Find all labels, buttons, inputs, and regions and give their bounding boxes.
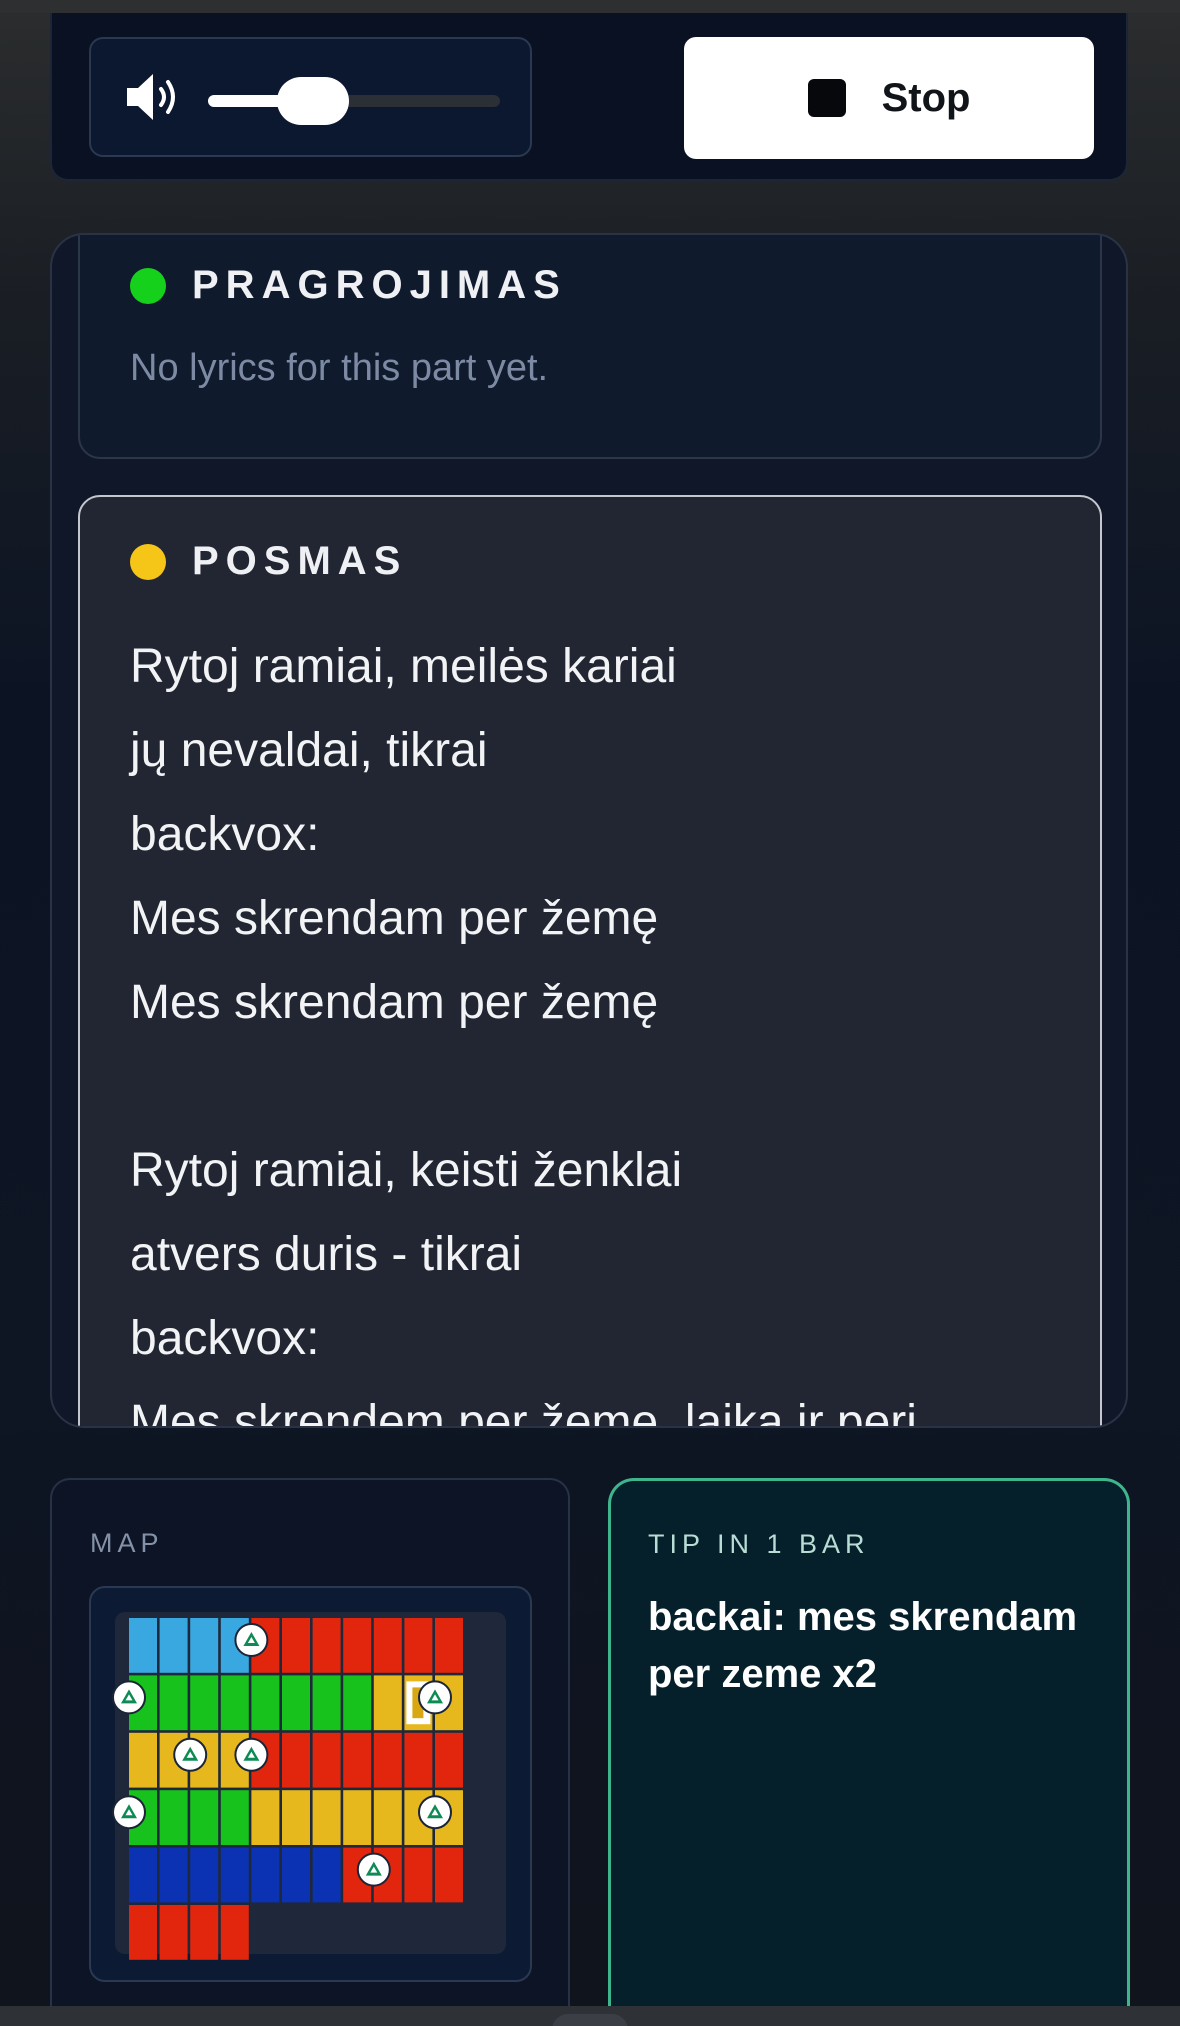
map-cell[interactable] xyxy=(282,1790,310,1845)
map-cell[interactable] xyxy=(190,1905,219,1960)
map-cell[interactable] xyxy=(373,1732,402,1788)
stop-button[interactable]: Stop xyxy=(684,37,1094,159)
map-cell[interactable] xyxy=(220,1675,249,1731)
tip-marker-icon[interactable] xyxy=(112,1795,146,1830)
tip-marker-icon[interactable] xyxy=(173,1737,208,1772)
map-cell[interactable] xyxy=(282,1732,310,1788)
song-map[interactable] xyxy=(89,1586,532,1982)
map-cell[interactable] xyxy=(343,1618,372,1673)
map-cell[interactable] xyxy=(129,1847,157,1903)
map-cell[interactable] xyxy=(251,1675,280,1731)
map-cell[interactable] xyxy=(159,1618,188,1673)
map-cell[interactable] xyxy=(251,1847,280,1903)
tip-card: TIP IN 1 BAR backai: mes skrendam per ze… xyxy=(608,1478,1130,2026)
map-cell[interactable] xyxy=(373,1790,402,1845)
map-cell[interactable] xyxy=(343,1790,372,1845)
section-header: PRAGROJIMAS xyxy=(130,263,567,308)
map-cell[interactable] xyxy=(190,1790,219,1845)
map-cell[interactable] xyxy=(159,1790,188,1845)
home-indicator xyxy=(552,2014,628,2026)
map-cell[interactable] xyxy=(312,1675,341,1731)
lyrics-line: backvox: xyxy=(130,808,320,861)
map-cell[interactable] xyxy=(159,1847,188,1903)
section-header: POSMAS xyxy=(130,539,407,584)
tip-marker-icon[interactable] xyxy=(356,1852,391,1887)
lyrics-line: Mes skrendem per žeme, laika ir peri xyxy=(130,1396,917,1428)
lyrics-line: backvox: xyxy=(130,1312,320,1365)
map-cell[interactable] xyxy=(404,1618,433,1673)
lyrics-line: Rytoj ramiai, meilės kariai xyxy=(130,640,677,693)
tip-text: backai: mes skrendam per zeme x2 xyxy=(648,1595,1078,1696)
tip-marker-icon[interactable] xyxy=(234,1737,269,1772)
section-title: POSMAS xyxy=(192,539,408,583)
map-cell[interactable] xyxy=(159,1905,188,1960)
map-cell[interactable] xyxy=(220,1905,249,1960)
tip-marker-icon[interactable] xyxy=(112,1680,146,1715)
map-cell[interactable] xyxy=(312,1790,341,1845)
section-card-intro[interactable]: PRAGROJIMAS No lyrics for this part yet. xyxy=(78,235,1102,459)
map-cell[interactable] xyxy=(435,1847,463,1903)
map-cell[interactable] xyxy=(190,1618,219,1673)
lyrics-line: Mes skrendam per žemę xyxy=(130,892,659,945)
status-strip xyxy=(0,0,1180,13)
map-cell[interactable] xyxy=(312,1847,341,1903)
map-label: MAP xyxy=(90,1528,164,1558)
map-cell[interactable] xyxy=(190,1675,219,1731)
lyrics-line xyxy=(130,1045,917,1129)
map-cell[interactable] xyxy=(129,1732,157,1788)
volume-slider[interactable] xyxy=(208,77,500,125)
volume-control xyxy=(89,37,532,157)
map-cell[interactable] xyxy=(343,1675,372,1731)
tip-label: TIP IN 1 BAR xyxy=(648,1529,870,1559)
lyrics-line: jų nevaldai, tikrai xyxy=(130,724,488,777)
map-cell[interactable] xyxy=(404,1847,433,1903)
lyrics-lines: Rytoj ramiai, meilės kariai jų nevaldai,… xyxy=(130,625,917,1428)
song-map-grid xyxy=(112,1612,506,1960)
map-card: MAP xyxy=(50,1478,570,2026)
map-cell[interactable] xyxy=(373,1618,402,1673)
lyrics-line: Rytoj ramiai, keisti ženklai xyxy=(130,1144,683,1197)
section-status-dot xyxy=(130,543,166,580)
map-cell[interactable] xyxy=(373,1675,402,1731)
map-cell[interactable] xyxy=(129,1618,157,1673)
map-cell[interactable] xyxy=(343,1732,372,1788)
map-cell[interactable] xyxy=(220,1790,249,1845)
lyrics-panel[interactable]: PRAGROJIMAS No lyrics for this part yet.… xyxy=(50,233,1128,1428)
lyrics-line: atvers duris - tikrai xyxy=(130,1228,523,1281)
map-cell[interactable] xyxy=(251,1790,280,1845)
tip-marker-icon[interactable] xyxy=(418,1680,452,1715)
stop-button-label: Stop xyxy=(881,75,971,120)
map-cell[interactable] xyxy=(435,1618,463,1673)
playback-controls: Stop xyxy=(50,13,1128,181)
stop-icon xyxy=(807,79,846,117)
map-cell[interactable] xyxy=(282,1847,310,1903)
map-cell[interactable] xyxy=(435,1732,463,1788)
map-cell[interactable] xyxy=(220,1847,249,1903)
tip-marker-icon[interactable] xyxy=(418,1795,452,1830)
tip-marker-icon[interactable] xyxy=(234,1623,269,1657)
map-cell[interactable] xyxy=(159,1675,188,1731)
lyrics-line: Mes skrendam per žemę xyxy=(130,976,659,1029)
section-empty-text: No lyrics for this part yet. xyxy=(130,347,549,389)
speaker-icon[interactable] xyxy=(123,69,183,125)
map-cell[interactable] xyxy=(312,1618,341,1673)
map-cell[interactable] xyxy=(190,1847,219,1903)
map-cell[interactable] xyxy=(282,1675,310,1731)
section-card-verse[interactable]: POSMAS Rytoj ramiai, meilės kariai jų ne… xyxy=(78,495,1102,1428)
map-cell[interactable] xyxy=(282,1618,310,1673)
section-status-dot xyxy=(130,267,166,304)
section-title: PRAGROJIMAS xyxy=(192,263,567,307)
volume-slider-thumb[interactable] xyxy=(277,77,350,125)
map-cell[interactable] xyxy=(129,1905,157,1960)
map-cell[interactable] xyxy=(404,1732,433,1788)
map-cell[interactable] xyxy=(312,1732,341,1788)
song-map-svg xyxy=(112,1618,463,1960)
